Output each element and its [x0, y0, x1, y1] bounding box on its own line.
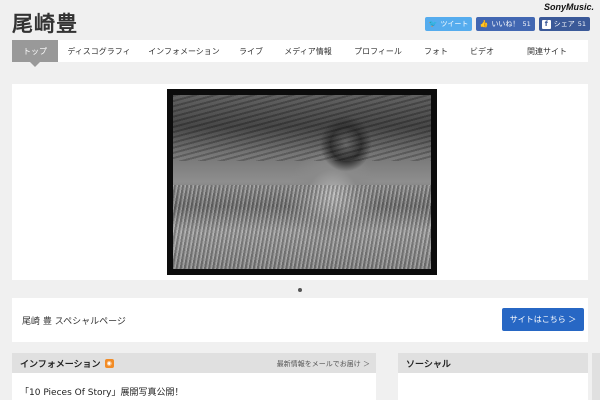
twitter-bird-icon: 🐦 [428, 19, 438, 28]
nav-item-live[interactable]: ライブ [228, 40, 274, 62]
like-count: 51 [522, 20, 531, 28]
sony-music-logo[interactable]: SonyMusic. [544, 2, 594, 12]
nav-item-media[interactable]: メディア情報 [274, 40, 342, 62]
social-title: ソーシャル [406, 359, 451, 370]
right-edge-strip [592, 353, 600, 400]
slider-dot-active[interactable] [298, 288, 302, 292]
nav-item-top[interactable]: トップ [12, 40, 58, 67]
tweet-label: ツイート [440, 20, 469, 28]
rss-icon[interactable]: ◉ [104, 358, 114, 368]
like-label: いいね！ [491, 20, 520, 28]
hero-photo-frame [167, 89, 437, 275]
nav-item-profile[interactable]: プロフィール [342, 40, 414, 62]
share-label: シェア [553, 20, 575, 28]
like-button[interactable]: 👍 いいね！ 51 [476, 17, 535, 31]
thumbs-up-icon: 👍 [479, 19, 489, 28]
nav-item-video[interactable]: ビデオ [458, 40, 506, 62]
main-nav: トップ ディスコグラフィ インフォメーション ライブ メディア情報 プロフィール… [12, 40, 588, 67]
special-site-button[interactable]: サイトはこちら ＞ [502, 308, 584, 331]
nav-item-photo[interactable]: フォト [414, 40, 458, 62]
information-item[interactable]: 「10 Pieces Of Story」展開写真公開！ [12, 373, 376, 398]
slider-dots [0, 288, 600, 292]
share-button[interactable]: f シェア 51 [538, 17, 590, 31]
hero-photo[interactable] [173, 95, 431, 269]
tweet-button[interactable]: 🐦 ツイート [425, 17, 473, 31]
nav-item-information[interactable]: インフォメーション [140, 40, 228, 62]
hero-slider[interactable] [12, 84, 588, 280]
special-page-text: 尾崎 豊 スペシャルページ [22, 317, 126, 327]
information-title: インフォメーション [20, 359, 101, 370]
site-header: 尾崎豊 SonyMusic. 🐦 ツイート 👍 いいね！ 51 f シェア 51 [0, 0, 600, 40]
special-page-bar: 尾崎 豊 スペシャルページ サイトはこちら ＞ [12, 298, 588, 342]
social-panel: ソーシャル [398, 353, 588, 400]
site-title[interactable]: 尾崎豊 [12, 8, 78, 38]
information-header: インフォメーション ◉ 最新情報をメールでお届け ＞ [12, 353, 376, 373]
share-buttons: 🐦 ツイート 👍 いいね！ 51 f シェア 51 [425, 17, 590, 31]
mail-subscribe-link[interactable]: 最新情報をメールでお届け ＞ [277, 359, 370, 369]
nav-item-related-sites[interactable]: 関連サイト [506, 40, 588, 62]
nav-item-discography[interactable]: ディスコグラフィ [58, 40, 140, 62]
information-panel: インフォメーション ◉ 最新情報をメールでお届け ＞ 「10 Pieces Of… [12, 353, 376, 400]
social-header: ソーシャル [398, 353, 588, 373]
share-count: 51 [577, 20, 586, 28]
facebook-icon: f [541, 19, 551, 29]
